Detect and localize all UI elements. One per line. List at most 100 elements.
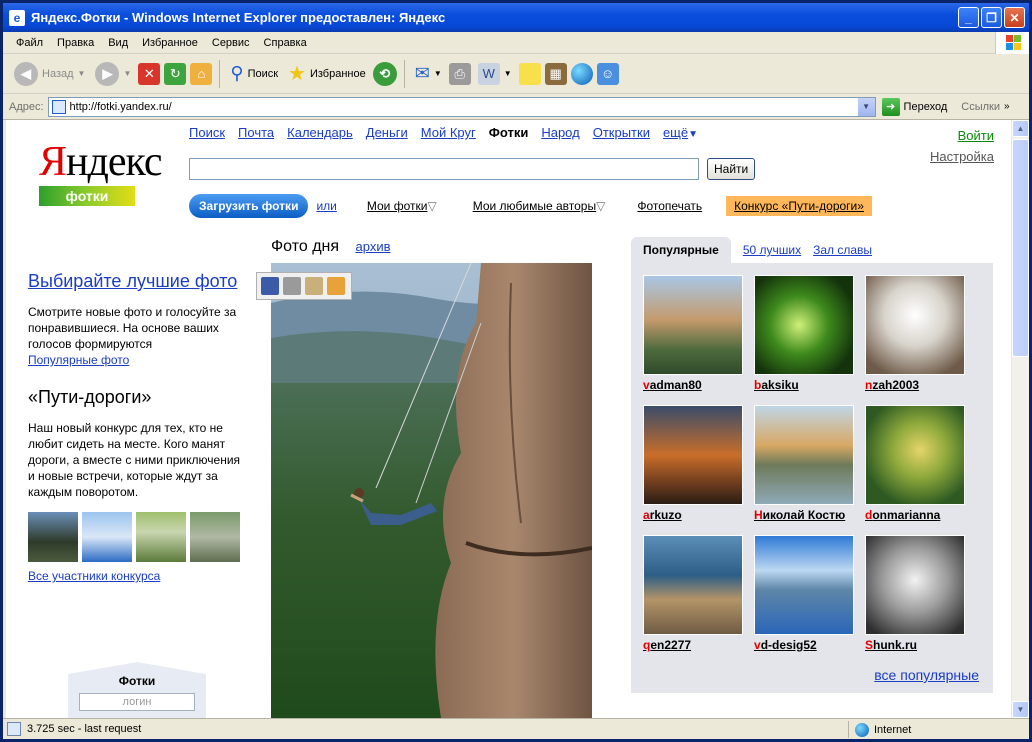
photo-of-day-image[interactable] [271, 263, 592, 718]
search-button[interactable]: ⚲ Поиск [227, 59, 281, 89]
menu-edit[interactable]: Правка [50, 37, 101, 49]
research-icon[interactable]: ▦ [544, 62, 567, 85]
yandex-logo[interactable]: Яндекс фотки [39, 140, 163, 206]
popular-photo[interactable] [865, 535, 965, 635]
upload-button[interactable]: Загрузить фотки [189, 194, 309, 218]
popular-item: baksiku [754, 275, 854, 405]
author-link[interactable]: qen2277 [643, 638, 743, 652]
menu-view[interactable]: Вид [101, 37, 135, 49]
or-link[interactable]: или [316, 199, 336, 213]
back-button[interactable]: ◀ Назад ▼ [11, 59, 88, 89]
popular-photo[interactable] [754, 535, 854, 635]
author-link[interactable]: Николай Костю [754, 508, 854, 522]
author-link[interactable]: vadman80 [643, 378, 743, 392]
triangle-icon: ▽ [596, 199, 606, 213]
popular-photo[interactable] [865, 405, 965, 505]
login-link[interactable]: Войти [930, 125, 994, 146]
search-submit-button[interactable]: Найти [707, 158, 756, 180]
save-icon[interactable] [261, 277, 279, 295]
minimize-button[interactable]: _ [958, 7, 979, 28]
tab-best50[interactable]: 50 лучших [743, 243, 801, 263]
sub-nav: Загрузить фотки или Мои фотки▽ Мои любим… [189, 194, 1009, 218]
favorites-button[interactable]: ★ Избранное [285, 59, 369, 89]
popular-photo[interactable] [643, 275, 743, 375]
popular-item: nzah2003 [865, 275, 965, 405]
contest-thumb[interactable] [190, 512, 240, 562]
close-button[interactable]: ✕ [1004, 7, 1025, 28]
left-column: Выбирайте лучшие фото Смотрите новые фот… [28, 270, 240, 584]
maximize-button[interactable]: ❐ [981, 7, 1002, 28]
popular-photo[interactable] [865, 275, 965, 375]
nav-narod[interactable]: Народ [541, 125, 579, 140]
fav-authors-menu[interactable]: Мои любимые авторы▽ [473, 199, 606, 213]
folder-icon[interactable] [327, 277, 345, 295]
contest-thumb[interactable] [136, 512, 186, 562]
my-photos-menu[interactable]: Мои фотки▽ [367, 199, 437, 213]
popular-photo[interactable] [754, 405, 854, 505]
popular-photo[interactable] [643, 405, 743, 505]
contest-link[interactable]: Конкурс «Пути-дороги» [726, 196, 872, 216]
settings-link[interactable]: Настройка [930, 146, 994, 167]
login-field[interactable]: логин [79, 693, 195, 711]
nav-money[interactable]: Деньги [366, 125, 408, 140]
messenger-globe-icon[interactable] [570, 62, 593, 85]
author-link[interactable]: vd-desig52 [754, 638, 854, 652]
address-input[interactable]: http://fotki.yandex.ru/ ▼ [47, 96, 876, 117]
scroll-thumb[interactable] [1012, 139, 1029, 357]
photoprint-link[interactable]: Фотопечать [637, 199, 702, 213]
address-bar: Адрес: http://fotki.yandex.ru/ ▼ ➜ Перех… [3, 94, 1029, 120]
scroll-up-icon[interactable]: ▲ [1012, 120, 1029, 137]
stop-icon[interactable]: ✕ [138, 62, 161, 85]
refresh-icon[interactable]: ↻ [164, 62, 187, 85]
all-participants-link[interactable]: Все участники конкурса [28, 569, 160, 583]
history-icon[interactable]: ⟲ [372, 61, 397, 86]
tab-popular[interactable]: Популярные [631, 237, 731, 263]
archive-link[interactable]: архив [356, 239, 391, 254]
messenger-icon[interactable]: ☺ [596, 62, 619, 85]
photo-of-day-header: Фото дня архив [271, 238, 390, 256]
note-icon[interactable] [518, 62, 541, 85]
author-link[interactable]: nzah2003 [865, 378, 965, 392]
author-link[interactable]: baksiku [754, 378, 854, 392]
address-dropdown-icon[interactable]: ▼ [857, 97, 875, 116]
scroll-down-icon[interactable]: ▼ [1012, 701, 1029, 718]
menu-favorites[interactable]: Избранное [135, 37, 205, 49]
contest-thumb[interactable] [82, 512, 132, 562]
nav-mail[interactable]: Почта [238, 125, 274, 140]
edit-button[interactable]: W ▼ [475, 59, 515, 89]
print-icon[interactable]: ⎙ [448, 62, 471, 85]
contest-thumb[interactable] [28, 512, 78, 562]
author-link[interactable]: Shunk.ru [865, 638, 965, 652]
popular-photo[interactable] [754, 275, 854, 375]
menu-tools[interactable]: Сервис [205, 37, 257, 49]
links-chevron-icon[interactable]: » [1004, 101, 1010, 112]
menu-file[interactable]: Файл [9, 37, 50, 49]
home-icon[interactable]: ⌂ [190, 62, 213, 85]
nav-cards[interactable]: Открытки [593, 125, 650, 140]
popular-photos-link[interactable]: Популярные фото [28, 353, 129, 367]
nav-search[interactable]: Поиск [189, 125, 225, 140]
popular-photo[interactable] [643, 535, 743, 635]
links-button[interactable]: Ссылки [961, 101, 1000, 113]
forward-button[interactable]: ▶ ▼ [92, 59, 134, 89]
forward-dropdown-icon[interactable]: ▼ [123, 69, 131, 78]
menu-help[interactable]: Справка [257, 37, 314, 49]
popular-item: Николай Костю [754, 405, 854, 535]
go-button[interactable]: ➜ Переход [881, 97, 947, 116]
nav-more[interactable]: ещё▼ [663, 125, 698, 140]
best-photos-heading[interactable]: Выбирайте лучшие фото [28, 270, 240, 292]
author-link[interactable]: arkuzo [643, 508, 743, 522]
nav-fotki[interactable]: Фотки [489, 125, 529, 140]
contest-text: Наш новый конкурс для тех, кто не любит … [28, 421, 241, 499]
nav-moi-krug[interactable]: Мой Круг [421, 125, 476, 140]
vertical-scrollbar[interactable]: ▲ ▼ [1011, 120, 1029, 718]
mail-button[interactable]: ✉ ▼ [412, 59, 445, 89]
mail-icon[interactable] [305, 277, 323, 295]
back-dropdown-icon[interactable]: ▼ [78, 69, 86, 78]
search-input[interactable] [189, 158, 699, 180]
tab-hall-of-fame[interactable]: Зал славы [813, 243, 872, 263]
all-popular-link[interactable]: все популярные [874, 667, 979, 683]
author-link[interactable]: donmarianna [865, 508, 965, 522]
print-icon[interactable] [283, 277, 301, 295]
nav-calendar[interactable]: Календарь [287, 125, 353, 140]
